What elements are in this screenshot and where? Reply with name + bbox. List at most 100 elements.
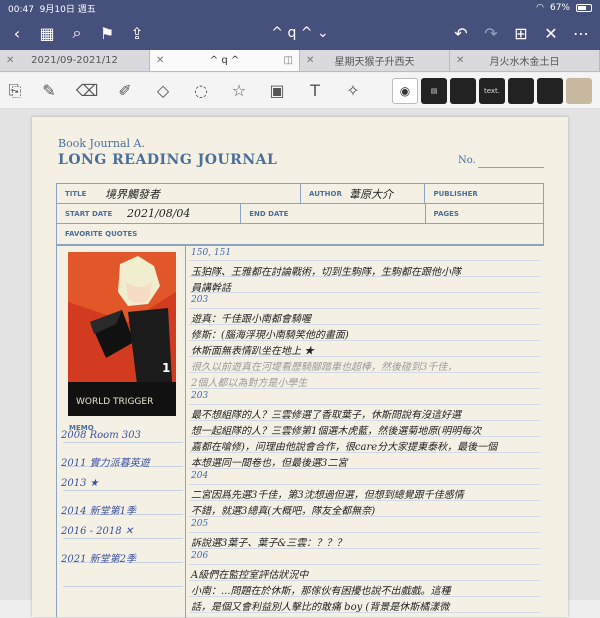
close-tab-icon[interactable]: ✕ <box>456 55 464 66</box>
note-line: 話，是個又會利益別人擊比的敢痛 boy (背景是休斯橘漾微 <box>191 602 450 613</box>
close-toolbar-icon[interactable]: ✕ <box>536 16 566 50</box>
book-cover-image[interactable]: 1 WORLD TRIGGER <box>68 252 176 416</box>
tab-2021-09-12[interactable]: ✕ 2021/09-2021/12 <box>0 50 150 71</box>
author-value: 葦原大介 <box>349 187 393 201</box>
note-line: 訴說選3葉子、葉子&三雲：？？？ <box>191 538 347 549</box>
back-icon[interactable]: ‹ <box>2 16 32 50</box>
title-value: 境界觸發者 <box>105 187 160 201</box>
note-rule <box>189 260 541 261</box>
number-label: No. <box>458 155 476 166</box>
status-time: 00:47 <box>8 4 34 15</box>
status-date: 9月10日 週五 <box>39 4 96 15</box>
battery-percent: 67% <box>549 3 570 13</box>
publisher-cell: PUBLISHER <box>425 184 543 203</box>
number-line <box>478 167 544 168</box>
redo-icon[interactable]: ↷ <box>476 16 506 50</box>
note-line: 小南：...問題在於休斯，那傢伙有困擾也說不出戲戲。這種 <box>191 586 451 597</box>
grid-icon[interactable]: ▦ <box>32 16 62 50</box>
canvas-area[interactable]: Book Journal A. LONG READING JOURNAL No.… <box>0 109 600 618</box>
tab-label: 星期天猴子升西天 <box>334 57 415 68</box>
thumbnail-item[interactable] <box>450 77 476 104</box>
chevron-down-icon[interactable]: ⌄ <box>317 25 329 41</box>
close-tab-icon[interactable]: ✕ <box>156 55 164 66</box>
close-tab-icon[interactable]: ✕ <box>306 55 314 66</box>
search-icon[interactable]: ⌕ <box>62 16 92 50</box>
tab-active[interactable]: ✕ ^ q ^ ◫ <box>150 50 300 71</box>
note-line: 203 <box>191 295 209 305</box>
status-bar: 00:47 9月10日 週五 ◠ 67% <box>0 0 600 16</box>
note-rule <box>189 308 541 309</box>
battery-icon <box>576 4 592 12</box>
tab-sunday-monkey[interactable]: ✕ 星期天猴子升西天 <box>300 50 450 71</box>
start-date-label: START DATE <box>65 209 113 218</box>
note-rule <box>189 532 541 533</box>
document-title-text[interactable]: ^ q ^ <box>271 25 312 41</box>
note-line: 205 <box>191 519 209 529</box>
favorite-quotes-label: FAVORITE QUOTES <box>65 230 138 238</box>
handwritten-notes[interactable]: 150, 151 玉狛隊、王雅都在討論戰術，切到生駒隊，生駒都在跟他小隊 員講幹… <box>189 246 545 618</box>
thumbnail-item[interactable] <box>537 77 563 104</box>
note-line: 203 <box>191 391 209 401</box>
note-line: 很久以前遊真在河堤看歷騎腳踏車也超棒，然後碰到3千佳， <box>191 362 458 373</box>
tab-label: 2021/09-2021/12 <box>31 55 118 66</box>
book-info-form: TITLE 境界觸發者 AUTHOR 葦原大介 PUBLISHER START … <box>56 183 544 245</box>
add-page-icon[interactable]: ⊞ <box>506 16 536 50</box>
column-divider <box>185 246 186 618</box>
note-line: 遊真：千佳跟小南都會騎喔 <box>191 314 311 325</box>
publisher-label: PUBLISHER <box>433 189 478 198</box>
thumbnail-text-item[interactable]: text. <box>479 77 505 104</box>
journal-title: LONG READING JOURNAL <box>58 152 278 168</box>
share-icon[interactable]: ⇪ <box>122 16 152 50</box>
note-line: 不錯，就選3總真(大概吧，隊友全都無奈) <box>191 506 376 517</box>
cover-art: 1 WORLD TRIGGER <box>68 252 176 416</box>
read-mode-icon[interactable]: ⎘ <box>0 73 30 109</box>
journal-body: 1 WORLD TRIGGER MEMO 2008 Room 303 2011 … <box>56 245 545 618</box>
undo-icon[interactable]: ↶ <box>446 16 476 50</box>
start-date-value: 2021/08/04 <box>127 207 191 220</box>
memo-entry: 2013 ★ <box>61 478 99 489</box>
memo-rule <box>63 442 183 443</box>
highlighter-tool-icon[interactable]: ✐ <box>106 73 144 109</box>
memo-rule <box>63 538 183 539</box>
cover-volume: 1 <box>162 361 170 375</box>
cover-brand: WORLD TRIGGER <box>76 397 153 407</box>
memo-entry: 2021 新堂第2季 <box>61 554 136 565</box>
note-line: 150, 151 <box>191 248 232 258</box>
pages-label: PAGES <box>433 209 459 218</box>
title-label: TITLE <box>65 189 87 198</box>
memo-rule <box>63 490 183 491</box>
note-line: 206 <box>191 551 209 561</box>
wifi-icon: ◠ <box>536 3 544 13</box>
tab-weekdays[interactable]: ✕ 月火水木金土日 <box>450 50 600 71</box>
note-line: 員講幹話 <box>191 283 231 294</box>
split-view-icon[interactable]: ◫ <box>284 55 293 66</box>
note-line: 想一起組隊的人？三雲修第1個選木虎藍，然後選菊地原(明明每次 <box>191 426 482 437</box>
note-rule <box>189 564 541 565</box>
note-line: 最不想組隊的人？三雲修選了香取葉子，休斯問說有沒這好選 <box>191 410 461 421</box>
laser-pointer-icon[interactable]: ✧ <box>334 73 372 109</box>
start-date-cell: START DATE 2021/08/04 <box>57 204 242 223</box>
close-tab-icon[interactable]: ✕ <box>6 55 14 66</box>
thumbnail-item[interactable]: ▤ <box>421 77 447 104</box>
text-tool-icon[interactable]: T <box>296 73 334 109</box>
pen-tool-icon[interactable]: ✎ <box>30 73 68 109</box>
note-rule <box>189 404 541 405</box>
eraser-tool-icon[interactable]: ⌫ <box>68 73 106 109</box>
journal-page[interactable]: Book Journal A. LONG READING JOURNAL No.… <box>32 117 568 618</box>
note-line: 二宮因爲先選3千佳，第3沈想過但選，但想到總覺跟千佳感情 <box>191 490 464 501</box>
camera-icon[interactable]: ◉ <box>392 77 418 104</box>
note-line: 204 <box>191 471 209 481</box>
lasso-tool-icon[interactable]: ◌ <box>182 73 220 109</box>
thumbnail-item[interactable] <box>508 77 534 104</box>
sticker-tool-icon[interactable]: ☆ <box>220 73 258 109</box>
note-rule <box>189 292 541 293</box>
shape-tool-icon[interactable]: ◇ <box>144 73 182 109</box>
memo-entry: 2014 新堂第1季 <box>61 506 136 517</box>
tab-label: 月火水木金土日 <box>489 57 560 68</box>
bookmark-icon[interactable]: ⚑ <box>92 16 122 50</box>
image-tool-icon[interactable]: ▣ <box>258 73 296 109</box>
more-icon[interactable]: ⋯ <box>566 16 596 50</box>
end-date-cell: END DATE <box>241 204 426 223</box>
note-line: A級們在監控室評估狀況中 <box>191 570 309 581</box>
thumbnail-item[interactable] <box>566 77 592 104</box>
